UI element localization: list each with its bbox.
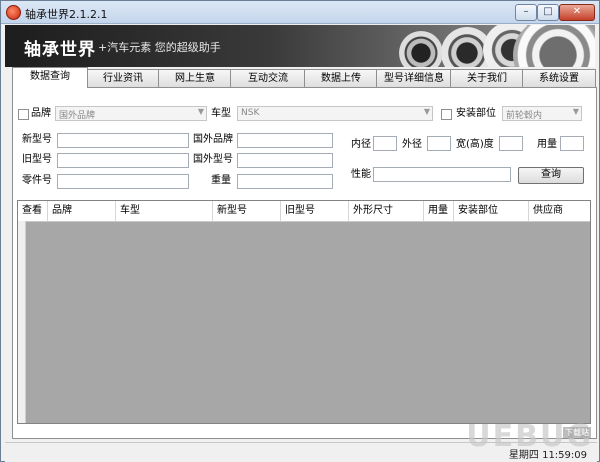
chevron-down-icon: ▼ (423, 107, 430, 116)
tab-data-query[interactable]: 数据查询 (12, 67, 88, 88)
performance-input[interactable] (373, 167, 511, 182)
car-model-label: 车型 (211, 108, 231, 119)
tab-data-upload[interactable]: 数据上传 (304, 69, 378, 87)
mount-checkbox[interactable] (441, 109, 452, 120)
part-number-label: 零件号 (22, 175, 52, 186)
column-header[interactable]: 供应商 (529, 201, 590, 221)
minimize-icon[interactable]: – (515, 4, 537, 21)
new-model-label: 新型号 (22, 134, 52, 145)
header-banner: 轴承世界 +汽车元素 您的超级助手 (5, 25, 595, 67)
watermark-tag: 下载站 (563, 427, 591, 438)
results-grid[interactable]: 查看 品牌 车型 新型号 旧型号 外形尺寸 用量 安装部位 供应商 (17, 200, 591, 424)
column-header[interactable]: 车型 (116, 201, 213, 221)
usage-label: 用量 (537, 139, 557, 150)
query-panel: 品牌 国外品牌 ▼ 车型 NSK ▼ 安装部位 前轮毂内 ▼ 新型号 国外品牌 … (12, 87, 597, 439)
column-header[interactable]: 用量 (424, 201, 454, 221)
brand-slogan: +汽车元素 您的超级助手 (98, 41, 221, 54)
search-button[interactable]: 查询 (518, 167, 584, 184)
column-header[interactable]: 旧型号 (281, 201, 349, 221)
foreign-brand-input[interactable] (237, 133, 333, 148)
foreign-model-input[interactable] (237, 153, 333, 168)
bearing-image (513, 25, 595, 67)
part-number-input[interactable] (57, 174, 189, 189)
column-header[interactable]: 品牌 (48, 201, 116, 221)
new-model-input[interactable] (57, 133, 189, 148)
weight-input[interactable] (237, 174, 333, 189)
tab-interaction[interactable]: 互动交流 (230, 69, 306, 87)
foreign-brand-label: 国外品牌 (193, 134, 233, 145)
width-label: 宽(高)度 (456, 139, 494, 150)
mount-position-select-value: 前轮毂内 (506, 111, 543, 121)
outer-diameter-label: 外径 (402, 139, 422, 150)
maximize-icon[interactable]: □ (537, 4, 559, 21)
mount-position-label: 安装部位 (456, 108, 496, 119)
width-input[interactable] (499, 136, 523, 151)
car-model-select-value: NSK (241, 108, 260, 118)
inner-diameter-input[interactable] (373, 136, 397, 151)
old-model-input[interactable] (57, 153, 189, 168)
column-header[interactable]: 安装部位 (454, 201, 529, 221)
close-icon[interactable]: ✕ (559, 4, 595, 21)
mount-position-select[interactable]: 前轮毂内 ▼ (502, 106, 582, 121)
weight-label: 重量 (211, 175, 231, 186)
old-model-label: 旧型号 (22, 154, 52, 165)
inner-diameter-label: 内径 (351, 139, 371, 150)
tab-about-us[interactable]: 关于我们 (450, 69, 524, 87)
tab-industry-news[interactable]: 行业资讯 (86, 69, 160, 87)
main-tabs: 数据查询 行业资讯 网上生意 互动交流 数据上传 型号详细信息 关于我们 系统设… (12, 67, 596, 88)
performance-label: 性能 (351, 169, 371, 180)
brand-checkbox[interactable] (18, 109, 29, 120)
tab-model-details[interactable]: 型号详细信息 (376, 69, 452, 87)
column-header[interactable]: 新型号 (213, 201, 281, 221)
row-gutter (18, 221, 26, 423)
grid-header: 查看 品牌 车型 新型号 旧型号 外形尺寸 用量 安装部位 供应商 (18, 201, 590, 222)
brand-select-value: 国外品牌 (59, 111, 96, 121)
usage-input[interactable] (560, 136, 584, 151)
brand-title: 轴承世界 (24, 40, 96, 60)
bearing-image (399, 31, 443, 67)
app-window: 轴承世界2.1.2.1 – □ ✕ 轴承世界 +汽车元素 您的超级助手 数据查询… (0, 0, 600, 462)
window-title: 轴承世界2.1.2.1 (25, 8, 108, 21)
car-model-select[interactable]: NSK ▼ (237, 106, 433, 121)
column-header[interactable]: 查看 (18, 201, 48, 221)
brand-select[interactable]: 国外品牌 ▼ (55, 106, 207, 121)
tab-system-settings[interactable]: 系统设置 (522, 69, 596, 87)
foreign-model-label: 国外型号 (193, 154, 233, 165)
chevron-down-icon: ▼ (197, 107, 204, 116)
title-bar: 轴承世界2.1.2.1 – □ ✕ (1, 1, 599, 24)
tab-online-business[interactable]: 网上生意 (158, 69, 232, 87)
brand-label: 品牌 (31, 108, 51, 119)
column-header[interactable]: 外形尺寸 (349, 201, 424, 221)
outer-diameter-input[interactable] (427, 136, 451, 151)
app-icon (6, 5, 21, 20)
chevron-down-icon: ▼ (572, 107, 579, 116)
